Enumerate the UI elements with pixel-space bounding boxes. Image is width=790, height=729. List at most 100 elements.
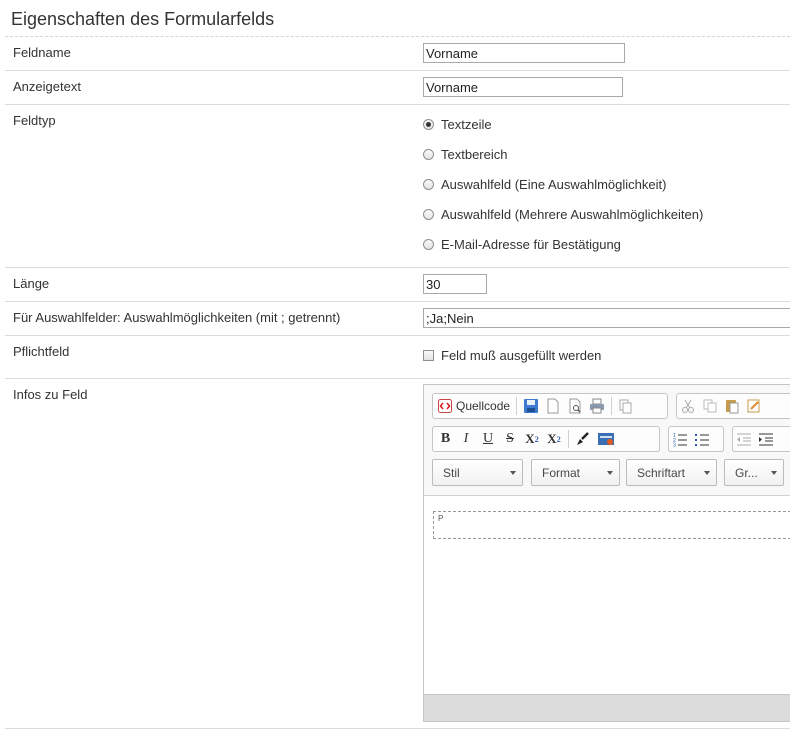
chevron-down-icon [510,471,516,475]
page-title: Eigenschaften des Formularfelds [11,9,275,29]
cut-icon [682,399,694,413]
print-icon [590,398,605,414]
strike-button[interactable]: S [499,427,521,451]
toolbar-group-indent [732,426,790,452]
superscript-label: X [547,431,557,446]
feldname-label: Feldname [13,45,71,60]
bulleted-list-button[interactable] [691,427,713,451]
radio-label: E-Mail-Adresse für Bestätigung [441,237,621,252]
copy-icon [703,399,717,413]
templates-icon [619,399,632,414]
font-combo[interactable]: Schriftart [626,459,717,486]
subscript-label: X [525,431,535,446]
editor-paragraph[interactable]: P [433,511,790,539]
italic-button[interactable]: I [455,427,477,451]
rich-text-editor[interactable]: Quellcode B I U S X 2 X 2 1 2 3 Stil For… [423,384,790,722]
superscript-button[interactable]: X2 [543,427,565,451]
radio-textzeile[interactable]: Textzeile [423,117,492,132]
remove-format-button[interactable] [572,427,594,451]
paste-button[interactable] [721,394,743,418]
editor-statusbar [424,694,790,721]
divider [5,301,790,302]
flash-button[interactable] [594,427,618,451]
preview-button[interactable] [564,394,586,418]
toolbar-group-clipboard [676,393,790,419]
flash-icon [598,433,614,445]
divider [5,104,790,105]
paste-icon [726,400,739,414]
divider [5,335,790,336]
format-combo-label: Format [542,465,581,480]
size-combo-label: Gr... [735,465,758,480]
style-combo-label: Stil [443,465,460,480]
divider [5,378,790,379]
svg-text:3: 3 [673,443,676,448]
separator [611,397,613,415]
indent-icon [759,433,773,446]
separator [516,397,518,415]
radio-label: Textbereich [441,147,508,162]
radio-button[interactable] [423,149,434,160]
new-page-button[interactable] [542,394,564,418]
source-label: Quellcode [456,399,511,413]
remove-format-icon [577,432,589,445]
copy-button[interactable] [699,394,721,418]
pflichtfeld-checkbox[interactable] [423,350,434,361]
paste-word-icon [747,399,760,413]
divider [5,70,790,71]
auswahl-input[interactable] [423,308,790,328]
laenge-label: Länge [13,276,50,291]
anzeigetext-input[interactable] [423,77,623,97]
new-page-icon [547,398,559,414]
style-combo[interactable]: Stil [432,459,523,486]
numbered-list-button[interactable]: 123 [669,427,691,451]
checkbox-label: Feld muß ausgefüllt werden [441,348,602,363]
infos-label: Infos zu Feld [13,387,88,402]
size-combo[interactable]: Gr... [724,459,784,486]
templates-button[interactable] [615,394,637,418]
print-button[interactable] [586,394,608,418]
subscript-button[interactable]: X2 [521,427,543,451]
toolbar-group-lists: 123 [668,426,724,452]
chevron-down-icon [771,471,777,475]
separator [568,430,569,448]
anzeigetext-label: Anzeigetext [13,79,81,94]
radio-button[interactable] [423,179,434,190]
radio-button[interactable] [423,119,434,130]
pflichtfeld-option[interactable]: Feld muß ausgefüllt werden [423,348,601,363]
save-button[interactable] [520,394,542,418]
source-button[interactable]: Quellcode [433,394,513,418]
radio-button[interactable] [423,209,434,220]
radio-auswahl-mehrere[interactable]: Auswahlfeld (Mehrere Auswahlmöglichkeite… [423,207,703,222]
auswahl-label: Für Auswahlfelder: Auswahlmöglichkeiten … [13,310,341,325]
toolbar-group-basicstyles: B I U S X2 X2 [432,426,660,452]
pflichtfeld-label: Pflichtfeld [13,344,70,359]
bulleted-list-icon [695,434,709,446]
cut-button[interactable] [677,394,699,418]
outdent-button[interactable] [733,427,755,451]
radio-label: Auswahlfeld (Eine Auswahlmöglichkeit) [441,177,667,192]
divider [5,36,790,37]
radio-label: Auswahlfeld (Mehrere Auswahlmöglichkeite… [441,207,704,222]
preview-icon [569,398,581,414]
toolbar-group-document: Quellcode [432,393,668,419]
format-combo[interactable]: Format [531,459,620,486]
numbered-list-icon: 123 [673,433,687,448]
chevron-down-icon [607,471,613,475]
radio-label: Textzeile [441,117,492,132]
paste-word-button[interactable] [743,394,765,418]
bold-button[interactable]: B [433,427,455,451]
underline-button[interactable]: U [477,427,499,451]
radio-email[interactable]: E-Mail-Adresse für Bestätigung [423,237,621,252]
radio-textbereich[interactable]: Textbereich [423,147,507,162]
font-combo-label: Schriftart [637,465,686,480]
feldname-input[interactable] [423,43,625,63]
laenge-input[interactable] [423,274,487,294]
divider [5,267,790,268]
indent-button[interactable] [755,427,777,451]
radio-button[interactable] [423,239,434,250]
radio-auswahl-eine[interactable]: Auswahlfeld (Eine Auswahlmöglichkeit) [423,177,666,192]
chevron-down-icon [704,471,710,475]
source-icon [438,399,452,413]
feldtyp-label: Feldtyp [13,113,56,128]
